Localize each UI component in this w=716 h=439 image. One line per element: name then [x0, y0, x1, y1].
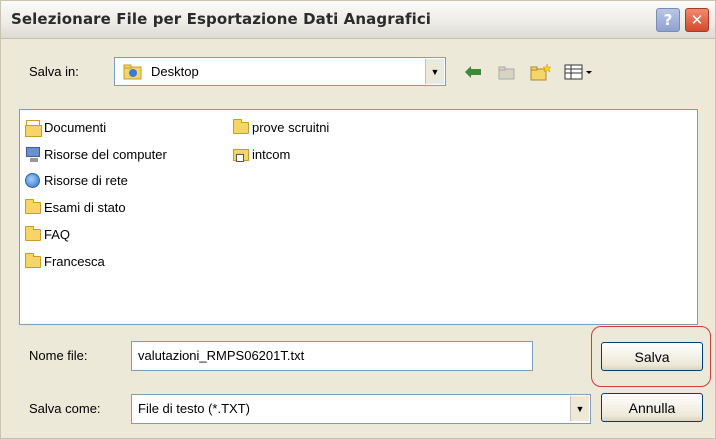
list-item[interactable]: Esami di stato	[24, 197, 126, 217]
list-item-label: Documenti	[44, 119, 107, 135]
list-item-label: Francesca	[44, 253, 105, 269]
computer-icon	[24, 146, 42, 162]
save-type-value: File di testo (*.TXT)	[138, 401, 250, 416]
save-in-value: Desktop	[151, 64, 199, 79]
folder-icon	[24, 199, 42, 215]
list-item-label: intcom	[252, 146, 291, 162]
list-item[interactable]: Documenti	[24, 117, 106, 137]
list-item[interactable]: Francesca	[24, 251, 105, 271]
folder-icon	[24, 226, 42, 242]
network-icon	[24, 172, 42, 188]
save-in-label: Salva in:	[29, 64, 79, 79]
list-item[interactable]: FAQ	[24, 224, 70, 244]
file-list[interactable]: Documenti Risorse del computer Risorse d…	[19, 109, 698, 325]
list-item-label: Risorse del computer	[44, 146, 167, 162]
list-item-label: prove scruitni	[252, 119, 330, 135]
filename-label: Nome file:	[29, 348, 88, 363]
list-item-label: FAQ	[44, 226, 71, 242]
documents-icon	[24, 119, 42, 137]
help-button[interactable]: ?	[656, 8, 680, 32]
list-item-label: Esami di stato	[44, 199, 126, 215]
title-bar[interactable]: Selezionare File per Esportazione Dati A…	[1, 1, 715, 39]
up-folder-icon[interactable]	[495, 61, 519, 83]
dialog-title: Selezionare File per Esportazione Dati A…	[11, 10, 432, 28]
back-arrow-icon[interactable]	[461, 61, 485, 83]
save-dialog: Selezionare File per Esportazione Dati A…	[0, 0, 716, 439]
save-button[interactable]: Salva	[601, 342, 703, 371]
list-item[interactable]: prove scruitni	[232, 117, 329, 137]
save-type-dropdown[interactable]: File di testo (*.TXT) ▼	[131, 394, 591, 424]
filename-field[interactable]: valutazioni_RMPS06201T.txt	[131, 341, 533, 371]
save-in-dropdown[interactable]: Desktop ▼	[114, 57, 446, 86]
close-button[interactable]: ✕	[685, 8, 709, 32]
view-menu-icon[interactable]	[561, 61, 597, 83]
list-item-label: Risorse di rete	[44, 172, 128, 188]
desktop-folder-icon	[123, 63, 143, 84]
list-item[interactable]: intcom	[232, 144, 290, 164]
list-item[interactable]: Risorse del computer	[24, 144, 167, 164]
folder-icon	[24, 253, 42, 269]
cancel-button[interactable]: Annulla	[601, 393, 703, 422]
folder-icon	[232, 119, 250, 135]
chevron-down-icon[interactable]: ▼	[425, 59, 444, 84]
new-folder-icon[interactable]	[529, 61, 553, 83]
list-item[interactable]: Risorse di rete	[24, 170, 128, 190]
chevron-down-icon[interactable]: ▼	[570, 396, 589, 421]
shortcut-folder-icon	[232, 146, 250, 162]
save-type-label: Salva come:	[29, 401, 101, 416]
